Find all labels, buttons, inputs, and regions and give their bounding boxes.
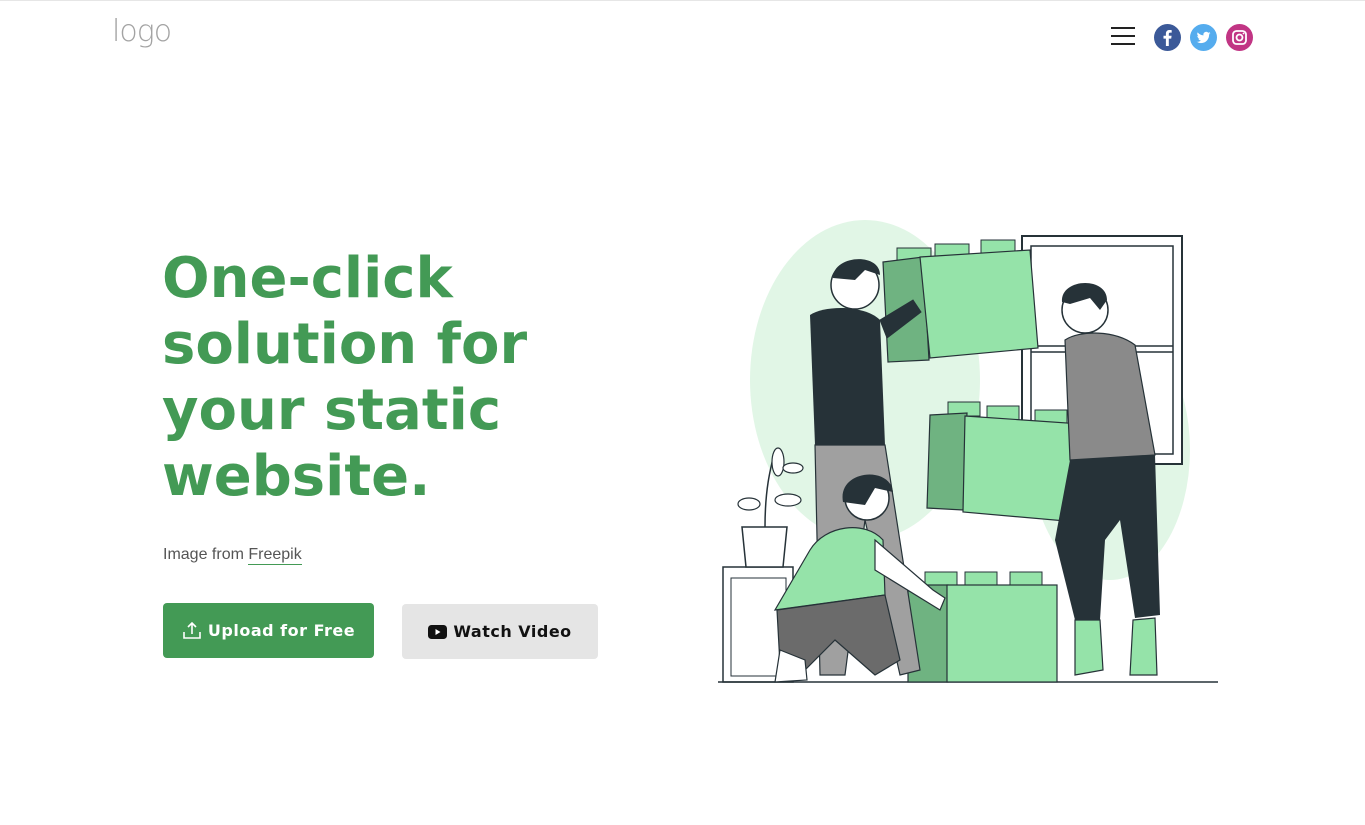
facebook-icon[interactable] — [1154, 24, 1181, 51]
site-header: logo — [0, 0, 1365, 76]
youtube-icon — [428, 624, 448, 639]
instagram-icon[interactable] — [1226, 24, 1253, 51]
upload-icon — [182, 621, 202, 641]
credit-prefix: Image from — [163, 546, 249, 563]
logo[interactable]: logo — [112, 14, 172, 49]
hamburger-menu-icon[interactable] — [1109, 24, 1137, 48]
image-credit: Image from Freepik — [163, 546, 302, 565]
video-button-label: Watch Video — [453, 622, 572, 641]
freepik-link[interactable]: Freepik — [248, 546, 302, 565]
twitter-icon[interactable] — [1190, 24, 1217, 51]
upload-for-free-button[interactable]: Upload for Free — [163, 603, 374, 658]
watch-video-button[interactable]: Watch Video — [402, 604, 598, 659]
upload-button-label: Upload for Free — [207, 621, 356, 640]
hero-illustration — [718, 220, 1218, 683]
hero-title: One-click solution for your static websi… — [162, 246, 528, 509]
